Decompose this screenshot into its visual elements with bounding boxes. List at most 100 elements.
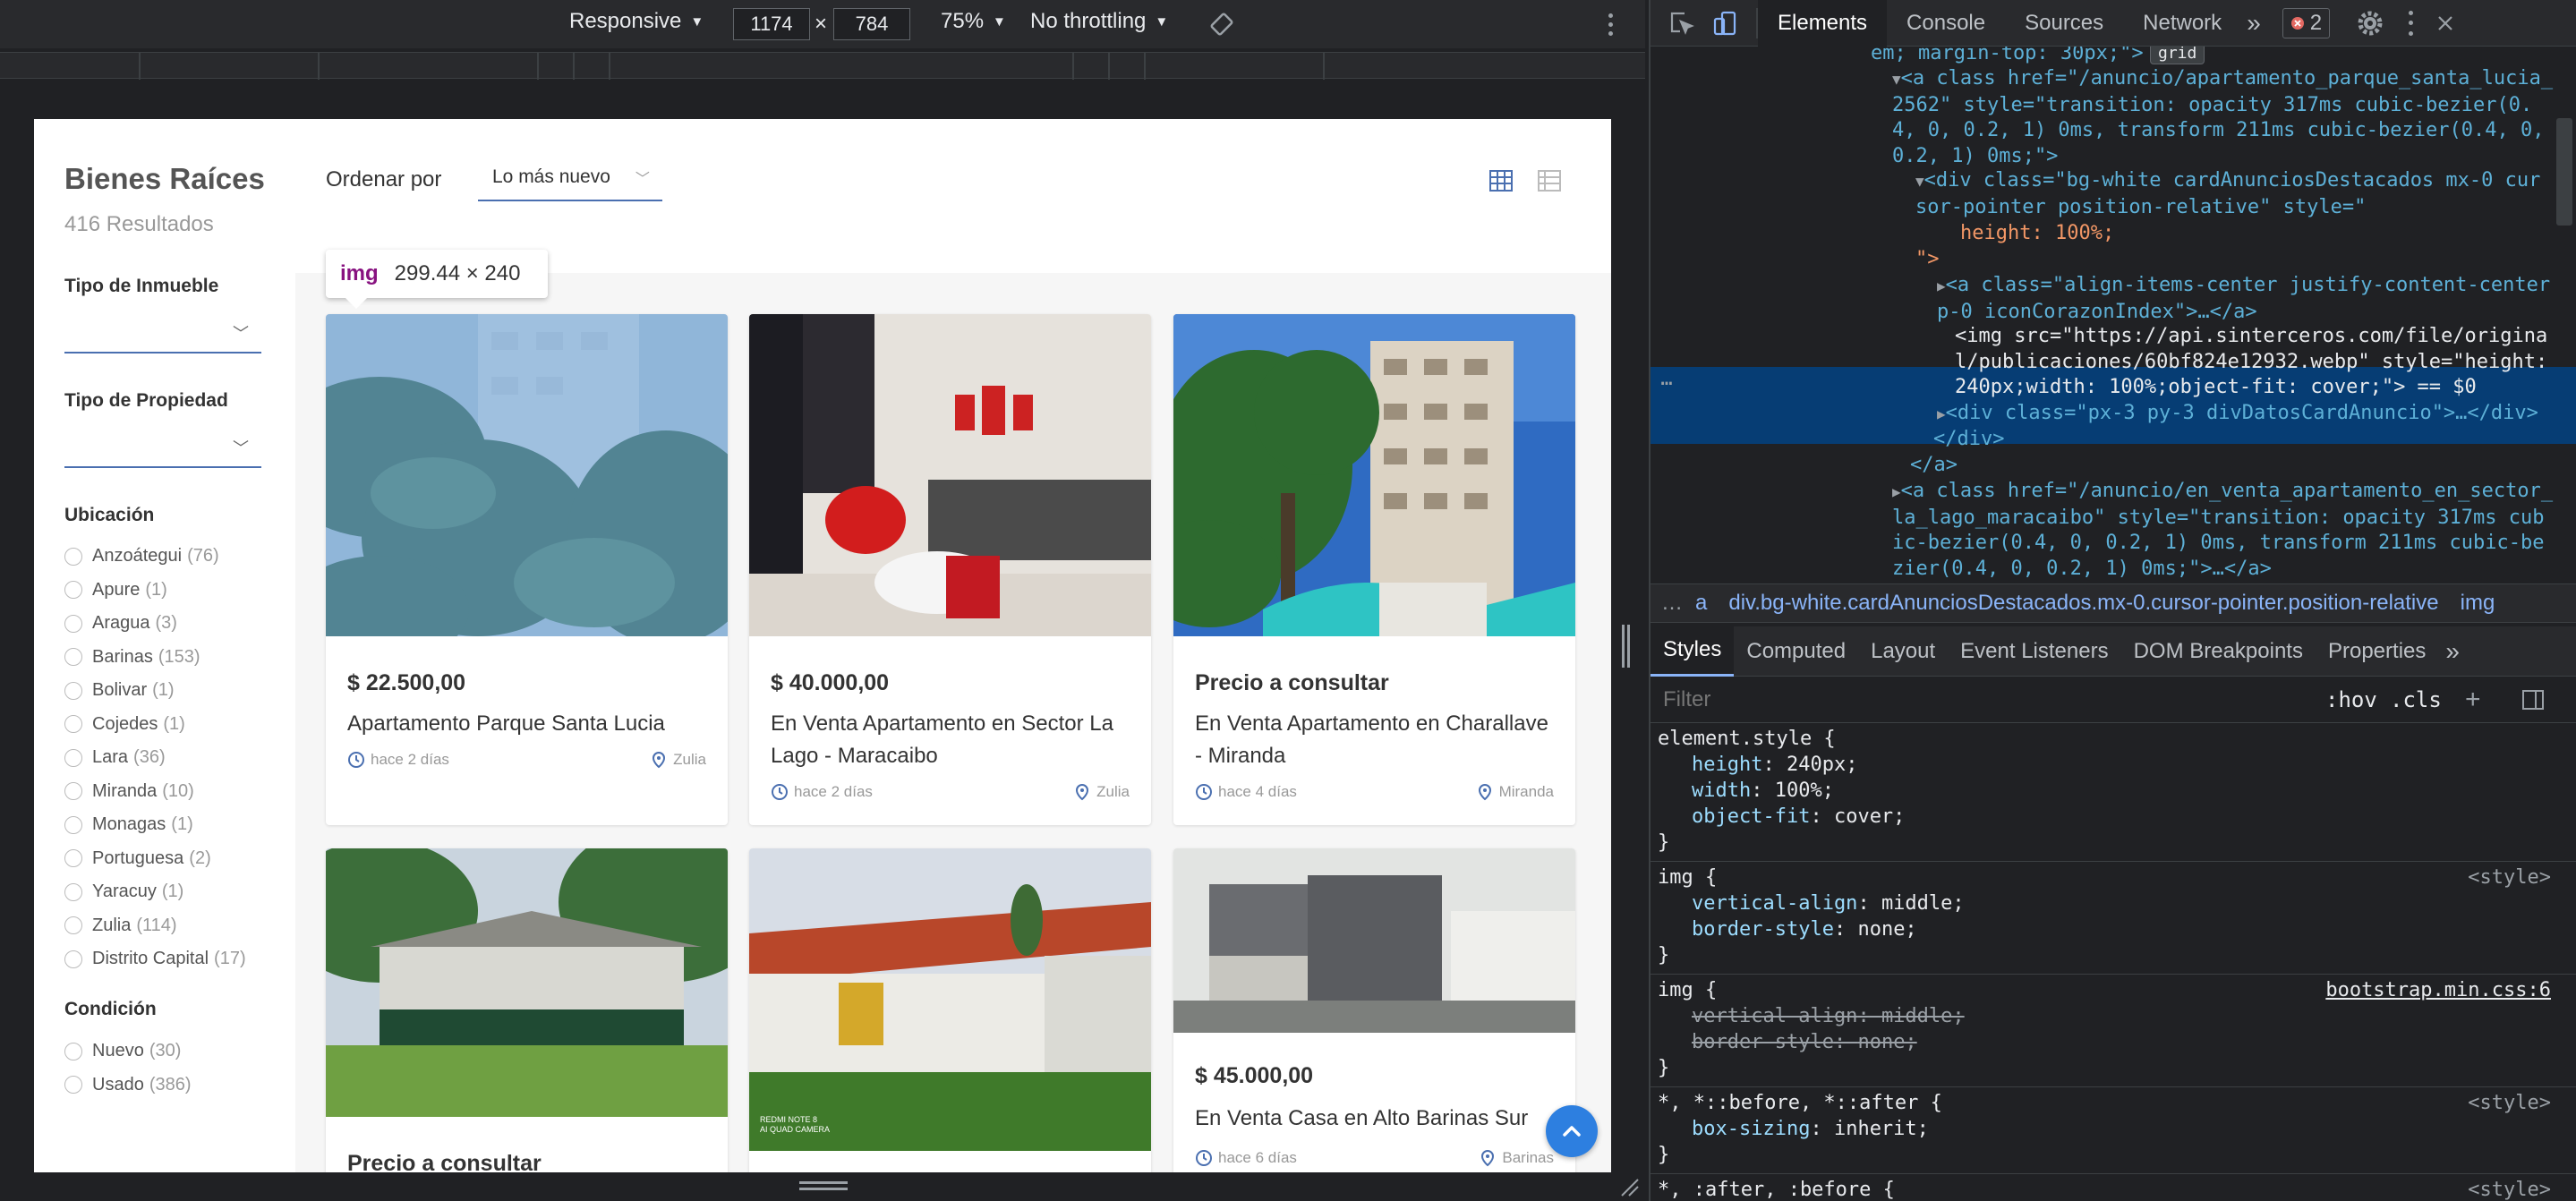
listing-card[interactable]: $ 40.000,00 En Venta Apartamento en Sect… — [749, 314, 1151, 825]
new-rule-icon[interactable]: + — [2465, 685, 2481, 715]
radio-icon[interactable] — [64, 950, 82, 968]
radio-icon[interactable] — [64, 648, 82, 667]
resize-corner-icon[interactable] — [1618, 1176, 1642, 1199]
css-declaration[interactable]: width: 100%; — [1692, 779, 1834, 804]
location-option[interactable]: Monagas (1) — [64, 808, 246, 842]
condition-option[interactable]: Usado (386) — [64, 1069, 192, 1103]
tab-layout[interactable]: Layout — [1858, 626, 1948, 677]
location-option[interactable]: Zulia (114) — [64, 909, 246, 943]
tab-computed[interactable]: Computed — [1734, 626, 1858, 677]
location-option[interactable]: Bolivar (1) — [64, 674, 246, 708]
inspect-element-icon[interactable] — [1667, 9, 1695, 38]
dom-node-heart-link[interactable]: ▶<a class="align-items-center justify-co… — [1937, 273, 2555, 325]
breadcrumb-item-div[interactable]: div.bg-white.cardAnunciosDestacados.mx-0… — [1728, 591, 2438, 616]
location-option[interactable]: Yaracuy (1) — [64, 875, 246, 909]
styles-filter-input[interactable] — [1663, 686, 2307, 712]
dom-node-datos-div[interactable]: ▶<div class="px-3 py-3 divDatosCardAnunc… — [1937, 401, 2555, 428]
tab-properties[interactable]: Properties — [2316, 626, 2438, 677]
viewport-width-input[interactable]: 1174 — [733, 8, 810, 40]
css-declaration[interactable]: vertical-align: middle; — [1692, 891, 1965, 916]
condition-option[interactable]: Nuevo (30) — [64, 1035, 192, 1069]
class-toggle[interactable]: .cls — [2390, 687, 2442, 712]
listing-card[interactable]: REDMI NOTE 8 AI QUAD CAMERA — [749, 848, 1151, 1172]
radio-icon[interactable] — [64, 782, 82, 801]
settings-gear-icon[interactable] — [2357, 10, 2384, 37]
location-option[interactable]: Apure (1) — [64, 574, 246, 608]
tipo-inmueble-select[interactable]: ﹀ — [64, 318, 261, 353]
zoom-dropdown[interactable]: 75% ▼ — [941, 9, 1006, 34]
radio-icon[interactable] — [64, 1042, 82, 1060]
listing-card[interactable]: Precio a consultar — [326, 848, 728, 1172]
rule-source-link[interactable]: <style> — [2468, 1091, 2551, 1116]
rule-selector[interactable]: img { — [1658, 865, 1717, 890]
listing-card[interactable]: Precio a consultar En Venta Apartamento … — [1173, 314, 1575, 825]
tab-dom-breakpoints[interactable]: DOM Breakpoints — [2121, 626, 2316, 677]
rule-selector[interactable]: img { — [1658, 978, 1717, 1003]
kebab-menu-icon[interactable] — [2407, 10, 2414, 36]
tab-event-listeners[interactable]: Event Listeners — [1948, 626, 2120, 677]
breadcrumb-item-img[interactable]: img — [2461, 591, 2495, 616]
dom-node-anchor[interactable]: ▼<a class href="/anuncio/apartamento_par… — [1892, 66, 2555, 169]
css-declaration[interactable]: object-fit: cover; — [1692, 805, 1905, 830]
radio-icon[interactable] — [64, 815, 82, 834]
hover-state-toggle[interactable]: :hov — [2325, 687, 2377, 712]
location-option[interactable]: Aragua (3) — [64, 607, 246, 641]
tab-styles[interactable]: Styles — [1651, 626, 1735, 677]
responsive-dropdown[interactable]: Responsive ▼ — [569, 9, 704, 34]
more-options-icon[interactable] — [1607, 11, 1614, 38]
tab-console[interactable]: Console — [1887, 0, 2005, 47]
rule-source-link[interactable]: bootstrap.min.css:6 — [2325, 978, 2551, 1003]
radio-icon[interactable] — [64, 748, 82, 767]
listing-card[interactable]: $ 22.500,00 Apartamento Parque Santa Luc… — [326, 314, 728, 825]
radio-icon[interactable] — [64, 581, 82, 600]
location-option[interactable]: Cojedes (1) — [64, 708, 246, 742]
throttle-dropdown[interactable]: No throttling ▼ — [1030, 9, 1168, 34]
rule-source-link[interactable]: <style> — [2468, 865, 2551, 890]
rule-selector[interactable]: *, :after, :before { — [1658, 1178, 1895, 1201]
rule-selector[interactable]: *, *::before, *::after { — [1658, 1091, 1942, 1116]
location-option[interactable]: Portuguesa (2) — [64, 842, 246, 876]
more-tabs-icon[interactable]: » — [2241, 9, 2266, 38]
radio-icon[interactable] — [64, 547, 82, 566]
radio-icon[interactable] — [64, 849, 82, 868]
close-devtools-icon[interactable] — [2435, 13, 2455, 33]
breadcrumb-item-a[interactable]: a — [1695, 591, 1707, 616]
location-option[interactable]: Distrito Capital (17) — [64, 942, 246, 976]
listing-card[interactable]: $ 45.000,00 En Venta Casa en Alto Barina… — [1173, 848, 1575, 1172]
dom-node-img-selected[interactable]: <img src="https://api.sinterceros.com/fi… — [1955, 324, 2563, 401]
panel-splitter[interactable] — [1620, 625, 1631, 668]
css-declaration[interactable]: box-sizing: inherit; — [1692, 1117, 1929, 1142]
tab-network[interactable]: Network — [2123, 0, 2241, 47]
location-option[interactable]: Lara (36) — [64, 741, 246, 775]
css-declaration[interactable]: border-style: none; — [1692, 917, 1917, 942]
rule-selector[interactable]: element.style { — [1658, 727, 1836, 752]
dom-scrollbar[interactable] — [2556, 118, 2572, 226]
more-tabs-icon[interactable]: » — [2438, 637, 2467, 666]
css-declaration[interactable]: height: 240px; — [1692, 753, 1857, 778]
radio-icon[interactable] — [64, 715, 82, 734]
css-declaration[interactable]: border-style: none; — [1692, 1030, 1917, 1055]
tab-elements[interactable]: Elements — [1758, 0, 1888, 47]
dom-node-next-anchor[interactable]: ▶<a class href="/anuncio/en_venta_aparta… — [1892, 479, 2555, 582]
css-declaration[interactable]: vertical-align: middle; — [1692, 1004, 1965, 1029]
location-option[interactable]: Miranda (10) — [64, 775, 246, 809]
viewport-resize-bar[interactable] — [0, 1172, 1645, 1201]
radio-icon[interactable] — [64, 614, 82, 633]
media-query-bar[interactable] — [0, 52, 1645, 80]
tipo-propiedad-select[interactable]: ﹀ — [64, 432, 261, 468]
toggle-sidebar-icon[interactable] — [2521, 687, 2546, 712]
location-option[interactable]: Barinas (153) — [64, 641, 246, 675]
viewport-height-input[interactable]: 784 — [833, 8, 910, 40]
grid-badge[interactable]: grid — [2150, 47, 2205, 64]
device-toolbar-icon[interactable] — [1711, 9, 1740, 38]
radio-icon[interactable] — [64, 1076, 82, 1095]
sort-select[interactable]: Lo más nuevo ﹀ — [478, 155, 662, 201]
error-counter[interactable]: 2 — [2282, 7, 2331, 38]
node-actions-icon[interactable]: … — [1651, 367, 1683, 393]
grid-view-icon[interactable] — [1488, 167, 1514, 194]
location-option[interactable]: Anzoátegui (76) — [64, 540, 246, 574]
scroll-to-top-button[interactable] — [1546, 1105, 1598, 1157]
tab-sources[interactable]: Sources — [2005, 0, 2123, 47]
rule-source-link[interactable]: <style> — [2468, 1178, 2551, 1201]
rotate-icon[interactable] — [1208, 11, 1235, 38]
